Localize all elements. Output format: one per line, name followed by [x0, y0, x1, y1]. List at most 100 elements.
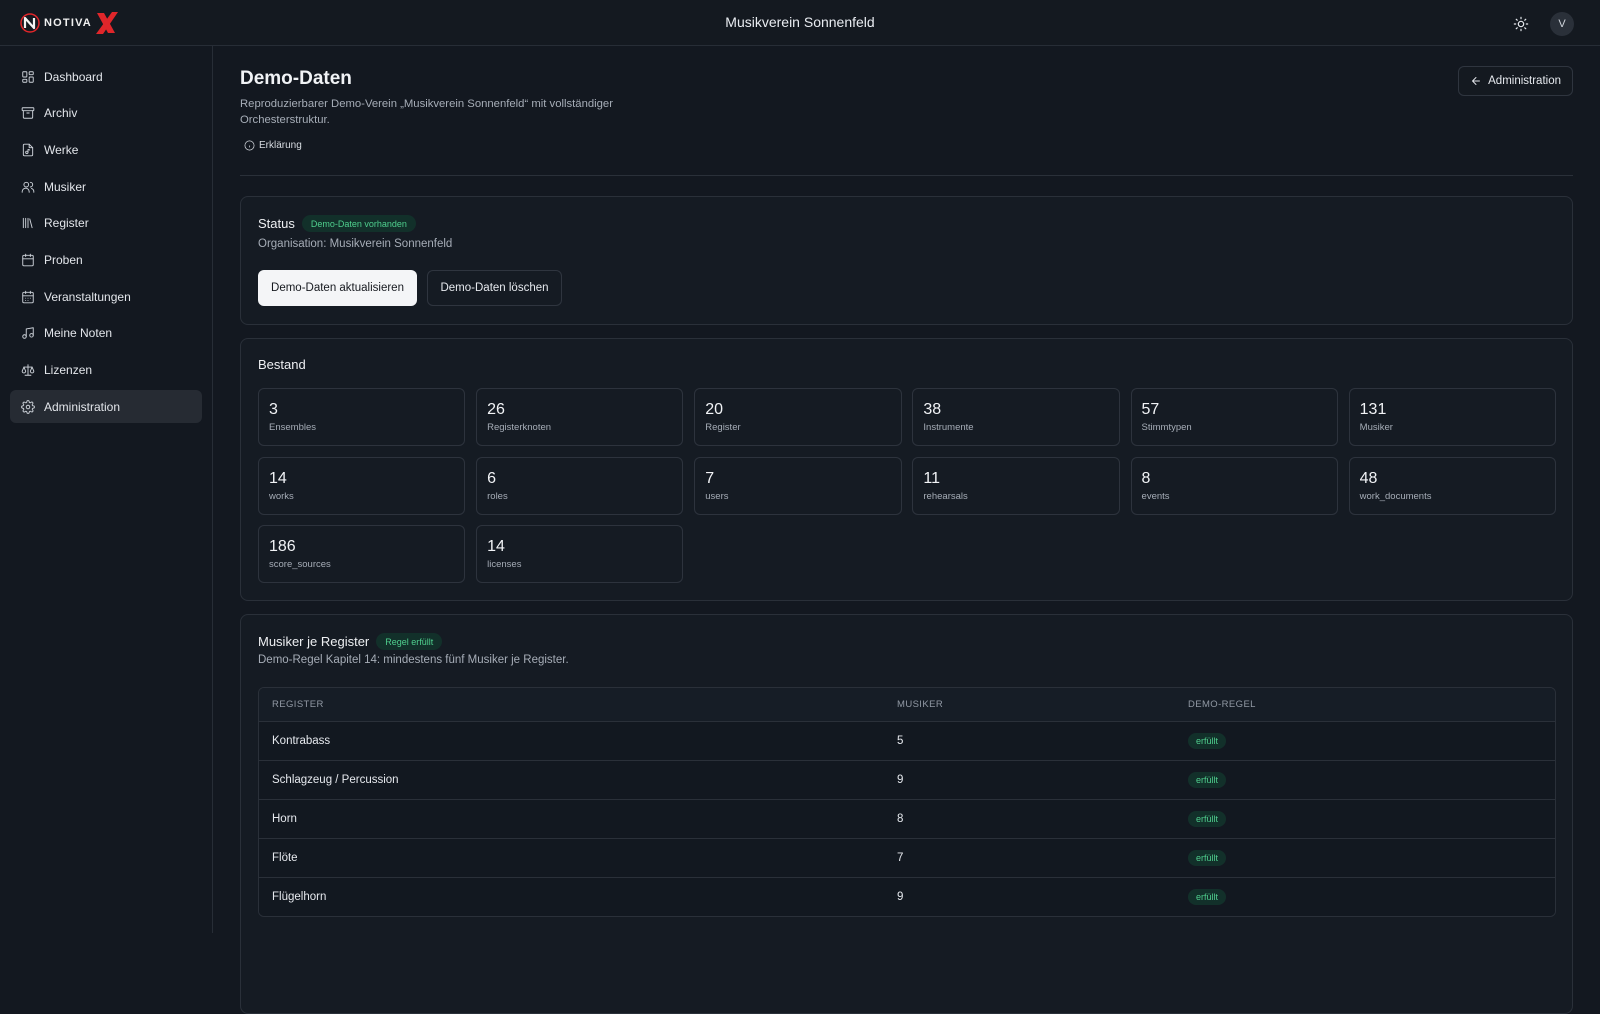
user-avatar[interactable]: V — [1550, 12, 1574, 36]
musician-count-cell: 7 — [897, 852, 904, 864]
users-icon — [21, 180, 35, 194]
back-to-administration-button[interactable]: Administration — [1458, 66, 1573, 96]
organization-title: Musikverein Sonnenfeld — [725, 14, 875, 30]
dashboard-icon — [21, 70, 35, 84]
sidebar-item-lizenzen[interactable]: Lizenzen — [10, 354, 202, 387]
stat-tile: 8 events — [1130, 456, 1338, 515]
status-title: Status — [258, 216, 295, 231]
sidebar-item-label: Lizenzen — [44, 363, 93, 377]
musician-count-cell: 9 — [897, 774, 904, 786]
sidebar-item-dashboard[interactable]: Dashboard — [10, 60, 202, 93]
stat-value: 48 — [1359, 469, 1378, 487]
sidebar-item-label: Register — [44, 216, 89, 231]
explanation-link[interactable]: Erklärung — [244, 140, 302, 151]
stat-value: 11 — [923, 469, 940, 487]
delete-demo-data-button[interactable]: Demo-Daten löschen — [427, 270, 562, 306]
column-header-register[interactable]: REGISTER — [259, 699, 897, 710]
music-note-icon — [21, 326, 35, 340]
table-header: REGISTER MUSIKER DEMO-REGEL — [259, 688, 1555, 721]
stat-tile: 26 Registerknoten — [476, 388, 684, 446]
stat-tile: 6 roles — [476, 456, 684, 515]
sidebar-item-administration[interactable]: Administration — [10, 390, 202, 424]
stat-value: 6 — [487, 469, 497, 487]
sidebar: Dashboard Archiv Werke Musiker Register … — [0, 46, 213, 933]
stat-tile: 3 Ensembles — [258, 388, 466, 446]
sidebar-item-werke[interactable]: Werke — [10, 133, 202, 166]
music-file-icon — [21, 143, 35, 157]
top-bar: NOTIVA Musikverein Sonnenfeld V — [0, 0, 1600, 46]
stat-label: events — [1141, 490, 1170, 502]
sidebar-item-label: Meine Noten — [44, 326, 113, 341]
sidebar-item-label: Archiv — [44, 106, 78, 121]
sidebar-item-musiker[interactable]: Musiker — [10, 170, 202, 203]
stat-tile: 14 works — [258, 456, 466, 515]
column-header-demo-regel[interactable]: DEMO-REGEL — [1188, 699, 1256, 710]
table-row[interactable]: Kontrabass 5 erfüllt — [259, 721, 1555, 760]
stat-tile: 11 rehearsals — [912, 456, 1120, 515]
stat-value: 57 — [1141, 401, 1160, 418]
stat-tile: 131 Musiker — [1348, 388, 1556, 446]
musicians-per-register-card: Musiker je Register Regel erfüllt Demo-R… — [240, 614, 1573, 1014]
stat-value: 14 — [269, 469, 287, 487]
table-row[interactable]: Flügelhorn 9 erfüllt — [259, 877, 1555, 916]
sidebar-item-proben[interactable]: Proben — [10, 243, 202, 276]
sidebar-item-label: Veranstaltungen — [44, 289, 131, 304]
page-description: Reproduzierbarer Demo-Verein „Musikverei… — [240, 98, 613, 126]
stat-label: users — [705, 490, 729, 502]
table-row[interactable]: Schlagzeug / Percussion 9 erfüllt — [259, 760, 1555, 799]
inventory-grid: 3 Ensembles 26 Registerknoten 20 Register 3… — [258, 388, 1556, 583]
sidebar-item-veranstaltungen[interactable]: Veranstaltungen — [10, 280, 202, 313]
register-cell: Flöte — [272, 852, 298, 864]
stat-label: Ensembles — [269, 422, 316, 433]
musician-count-cell: 9 — [897, 891, 904, 903]
stat-label: licenses — [487, 559, 522, 570]
table-row[interactable]: Horn 8 erfüllt — [259, 799, 1555, 838]
stat-value: 26 — [487, 401, 505, 418]
column-header-musiker[interactable]: MUSIKER — [897, 699, 1188, 710]
sun-icon — [1513, 16, 1529, 32]
musicians-per-register-title: Musiker je Register — [258, 634, 370, 649]
stat-tile: 48 work_documents — [1348, 456, 1556, 515]
explanation-label: Erklärung — [259, 140, 302, 151]
stat-value: 8 — [1141, 469, 1151, 487]
status-badge: Demo-Daten vorhanden — [301, 215, 416, 232]
header-divider — [240, 175, 1573, 176]
rule-status-badge: erfüllt — [1188, 850, 1227, 866]
sidebar-item-register[interactable]: Register — [10, 207, 202, 240]
sidebar-item-label: Administration — [44, 399, 121, 414]
stat-label: Stimmtypen — [1141, 422, 1192, 433]
register-cell: Kontrabass — [272, 735, 331, 747]
stat-label: work_documents — [1359, 490, 1432, 502]
sidebar-item-meine-noten[interactable]: Meine Noten — [10, 317, 202, 350]
sidebar-item-label: Dashboard — [44, 69, 103, 84]
rule-badge: Regel erfüllt — [376, 633, 443, 650]
rule-status-badge: erfüllt — [1188, 733, 1227, 749]
calendar-event-icon — [21, 290, 35, 304]
register-cell: Flügelhorn — [272, 891, 327, 903]
gear-icon — [21, 399, 35, 414]
musician-count-cell: 8 — [897, 813, 904, 825]
stat-tile: 14 licenses — [476, 525, 684, 583]
stat-value: 14 — [487, 538, 505, 555]
table-row[interactable]: Flöte 7 erfüllt — [259, 838, 1555, 877]
inventory-title: Bestand — [258, 357, 306, 372]
stat-tile: 7 users — [694, 456, 902, 515]
stat-tile: 38 Instrumente — [912, 388, 1120, 446]
stat-label: Instrumente — [923, 422, 974, 433]
scale-icon — [21, 363, 35, 377]
status-organization: Organisation: Musikverein Sonnenfeld — [258, 238, 453, 250]
rule-status-badge: erfüllt — [1188, 772, 1227, 788]
sidebar-item-label: Proben — [44, 252, 83, 267]
stat-tile: 186 score_sources — [258, 525, 466, 583]
stat-label: Registerknoten — [487, 422, 552, 433]
stat-value: 38 — [923, 401, 942, 418]
refresh-demo-data-button[interactable]: Demo-Daten aktualisieren — [258, 270, 417, 306]
rule-description: Demo-Regel Kapitel 14: mindestens fünf M… — [258, 654, 569, 666]
register-cell: Horn — [272, 813, 297, 825]
stat-label: score_sources — [269, 559, 331, 570]
back-button-label: Administration — [1488, 75, 1561, 87]
theme-toggle-button[interactable] — [1510, 13, 1532, 35]
register-table: REGISTER MUSIKER DEMO-REGEL Kontrabass 5… — [258, 687, 1556, 917]
stat-label: Musiker — [1359, 422, 1393, 433]
sidebar-item-archiv[interactable]: Archiv — [10, 97, 202, 130]
